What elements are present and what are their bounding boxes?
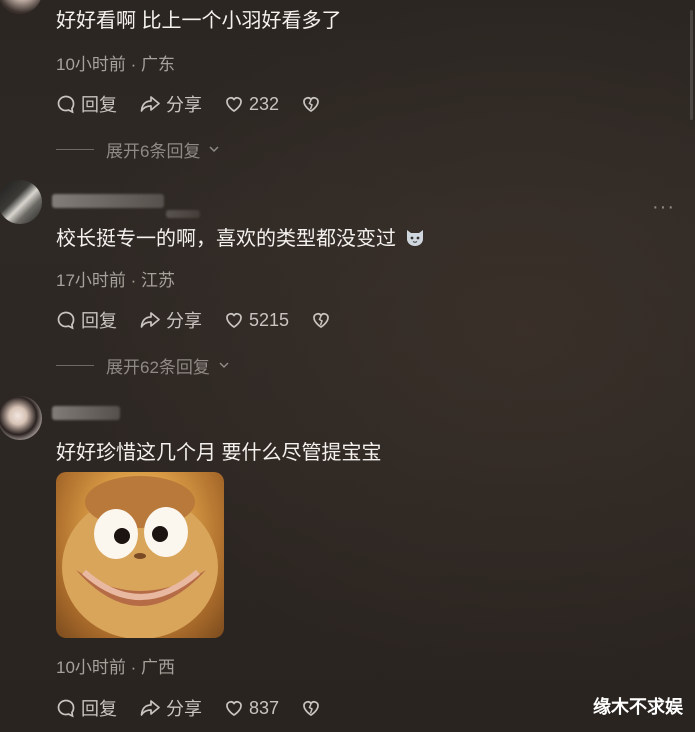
comment-meta: 17小时前 · 江苏 bbox=[56, 271, 176, 290]
comment-actions: 回复 分享 232 bbox=[56, 91, 321, 117]
dislike-button[interactable] bbox=[301, 94, 321, 114]
like-button[interactable]: 837 bbox=[224, 698, 279, 719]
username-blurred-tail bbox=[166, 210, 200, 218]
expand-label: 展开6条回复 bbox=[106, 142, 201, 161]
like-count: 837 bbox=[249, 697, 280, 718]
share-arrow-icon bbox=[139, 310, 161, 330]
username-blurred[interactable] bbox=[52, 194, 164, 208]
expand-label: 展开62条回复 bbox=[106, 358, 210, 377]
reply-bubble-icon bbox=[56, 698, 76, 718]
broken-heart-icon bbox=[301, 698, 321, 718]
broken-heart-icon bbox=[311, 310, 331, 330]
username-blurred[interactable] bbox=[52, 406, 120, 420]
reply-button[interactable]: 回复 bbox=[56, 91, 117, 117]
avatar[interactable] bbox=[0, 0, 42, 14]
share-label: 分享 bbox=[166, 699, 202, 719]
reply-label: 回复 bbox=[81, 95, 117, 115]
heart-icon bbox=[224, 698, 244, 718]
scrollbar[interactable] bbox=[690, 10, 693, 120]
dislike-button[interactable] bbox=[311, 310, 331, 330]
share-label: 分享 bbox=[166, 311, 202, 331]
comment-actions: 回复 分享 837 bbox=[56, 695, 321, 721]
comment-text: 好好珍惜这几个月 要什么尽管提宝宝 bbox=[56, 442, 382, 464]
expand-replies[interactable]: 展开6条回复 bbox=[56, 137, 220, 162]
share-arrow-icon bbox=[139, 698, 161, 718]
reply-label: 回复 bbox=[81, 311, 117, 331]
comment-text: 校长挺专一的啊，喜欢的类型都没变过 bbox=[56, 226, 426, 254]
share-button[interactable]: 分享 bbox=[139, 307, 202, 333]
like-count: 232 bbox=[249, 93, 280, 114]
reply-button[interactable]: 回复 bbox=[56, 307, 117, 333]
share-button[interactable]: 分享 bbox=[139, 91, 202, 117]
heart-icon bbox=[224, 310, 244, 330]
expand-replies[interactable]: 展开62条回复 bbox=[56, 353, 230, 378]
avatar[interactable] bbox=[0, 180, 42, 224]
avatar[interactable] bbox=[0, 396, 42, 440]
more-options-button[interactable]: ··· bbox=[652, 196, 675, 219]
reply-label: 回复 bbox=[81, 699, 117, 719]
chevron-down-icon bbox=[208, 140, 220, 160]
reply-bubble-icon bbox=[56, 94, 76, 114]
like-button[interactable]: 232 bbox=[224, 94, 279, 115]
reply-button[interactable]: 回复 bbox=[56, 695, 117, 721]
like-count: 5215 bbox=[249, 309, 290, 330]
comment-text: 好好看啊 比上一个小羽好看多了 bbox=[56, 10, 342, 32]
share-button[interactable]: 分享 bbox=[139, 695, 202, 721]
sticker-image[interactable] bbox=[56, 472, 224, 638]
comment-meta: 10小时前 · 广东 bbox=[56, 55, 176, 74]
watermark: 缘木不求娱 bbox=[593, 697, 683, 717]
divider-line bbox=[56, 365, 94, 366]
comment-meta: 10小时前 · 广西 bbox=[56, 658, 176, 677]
cat-face-emoji bbox=[404, 227, 426, 254]
heart-icon bbox=[224, 94, 244, 114]
broken-heart-icon bbox=[301, 94, 321, 114]
like-button[interactable]: 5215 bbox=[224, 310, 289, 331]
chevron-down-icon bbox=[218, 356, 230, 376]
cartoon-face-image bbox=[62, 476, 218, 638]
comment-actions: 回复 分享 5215 bbox=[56, 307, 331, 333]
share-label: 分享 bbox=[166, 95, 202, 115]
dislike-button[interactable] bbox=[301, 698, 321, 718]
reply-bubble-icon bbox=[56, 310, 76, 330]
divider-line bbox=[56, 149, 94, 150]
share-arrow-icon bbox=[139, 94, 161, 114]
comment-text-content: 校长挺专一的啊，喜欢的类型都没变过 bbox=[56, 228, 396, 250]
